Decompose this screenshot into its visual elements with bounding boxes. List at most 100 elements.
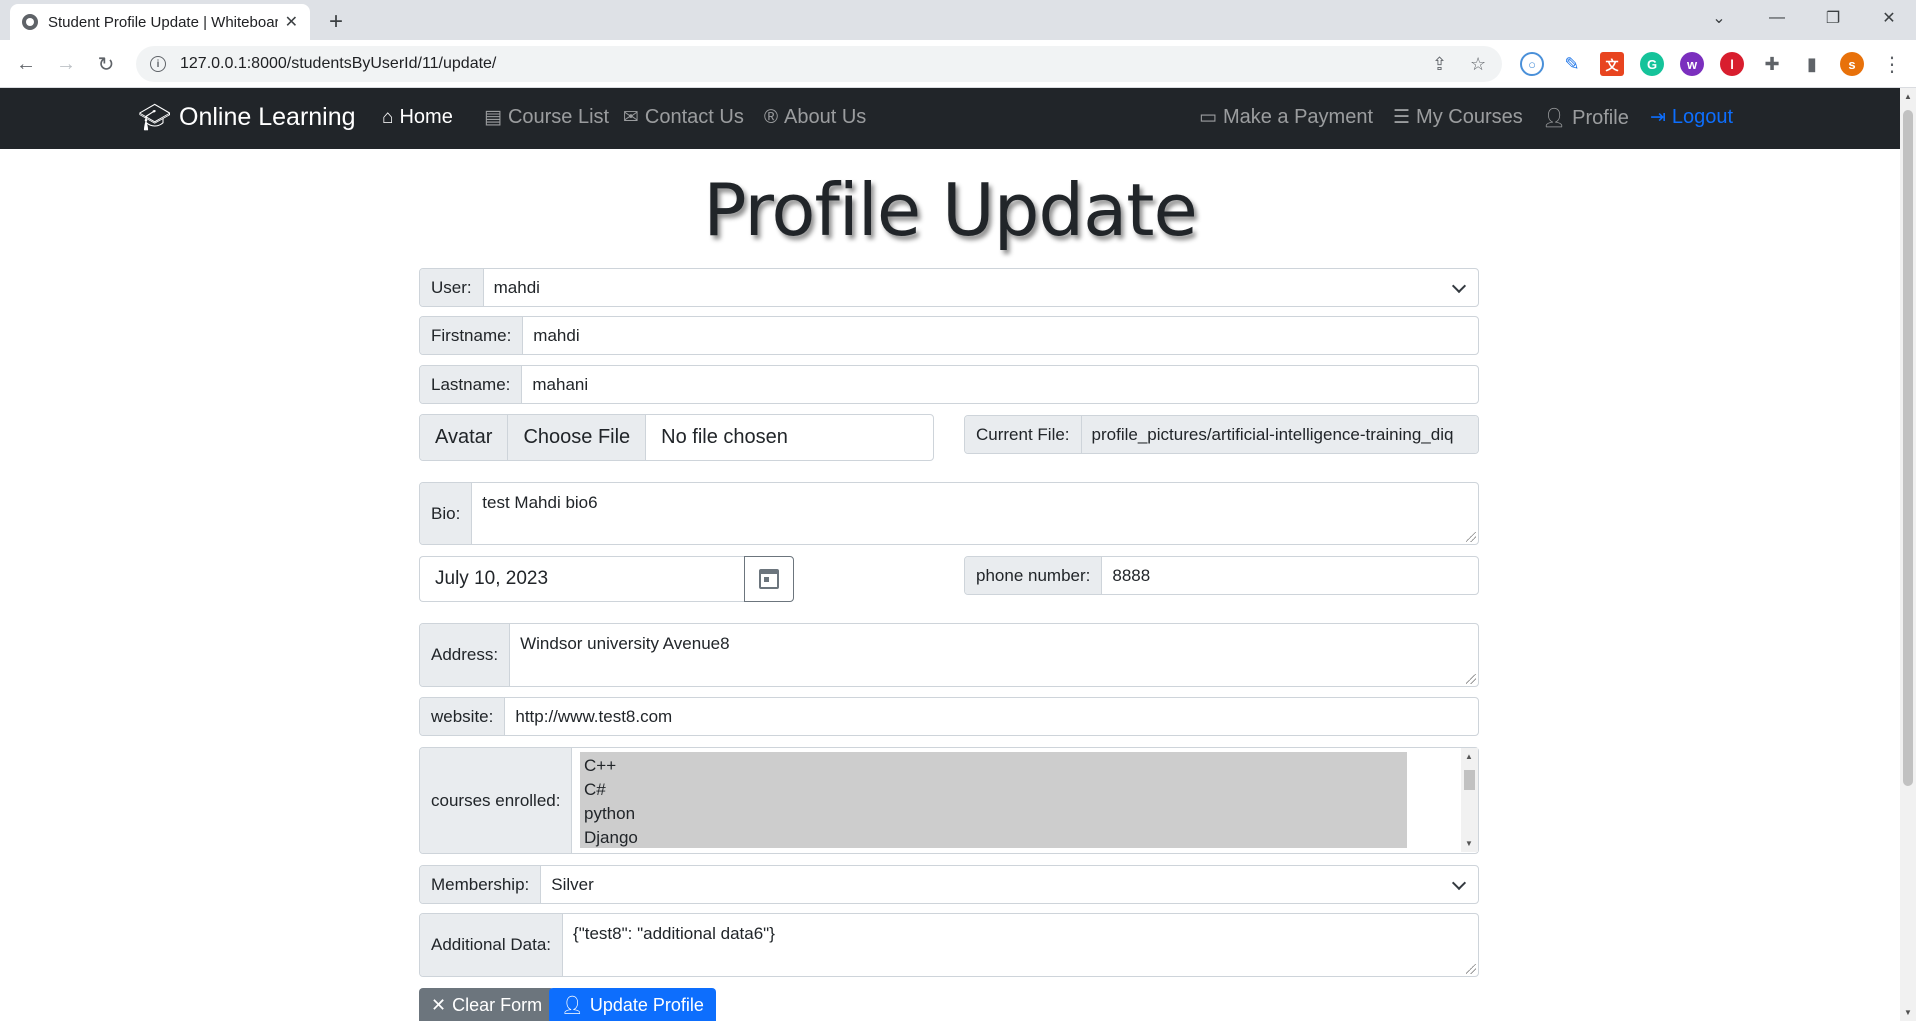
credit-card-icon: ▭ (1199, 107, 1217, 128)
courses-multiselect[interactable]: C++ C# python Django ▲ ▼ (570, 748, 1478, 852)
scroll-up-icon[interactable]: ▲ (1904, 92, 1912, 101)
house-icon: ⌂ (382, 106, 394, 128)
membership-select[interactable]: Silver (541, 866, 1478, 903)
phone-label: phone number: (965, 557, 1103, 594)
current-file-input[interactable]: profile_pictures/artificial-intelligence… (1081, 416, 1478, 453)
website-input[interactable]: http://www.test8.com (505, 698, 1478, 735)
nav-contact[interactable]: ✉ Contact Us (623, 106, 744, 129)
close-window-icon[interactable]: ✕ (1864, 0, 1914, 36)
page-title: Profile Update (703, 168, 1198, 252)
bio-textarea[interactable]: test Mahdi bio6 (472, 483, 1478, 544)
browser-tab[interactable]: Student Profile Update | Whiteboard ✕ (10, 4, 310, 40)
address-text: Windsor university Avenue8 (520, 634, 730, 653)
firstname-input[interactable]: mahdi (523, 317, 1478, 354)
nav-about-label: About Us (784, 106, 867, 128)
address-textarea[interactable]: Windsor university Avenue8 (510, 624, 1478, 686)
birthdate-input[interactable]: July 10, 2023 (419, 556, 744, 602)
avatar-file-group: Avatar Choose File No file chosen (419, 414, 934, 461)
course-option[interactable]: C# (584, 778, 1403, 802)
course-option[interactable]: C++ (584, 754, 1403, 778)
extension-circle-icon[interactable]: ○ (1520, 52, 1544, 76)
bio-label: Bio: (420, 483, 473, 544)
calendar-button[interactable] (744, 556, 794, 602)
extension-w-icon[interactable]: w (1680, 52, 1704, 76)
nav-profile-label: Profile (1572, 106, 1629, 129)
site-info-icon[interactable]: i (150, 56, 166, 72)
nav-course-list[interactable]: ▤ Course List (484, 106, 609, 129)
file-name-text: No file chosen (661, 426, 788, 448)
membership-label: Membership: (420, 866, 542, 903)
choose-file-button[interactable]: Choose File (508, 415, 647, 460)
x-icon: ✕ (431, 994, 447, 1015)
nav-payment[interactable]: ▭ Make a Payment (1199, 106, 1373, 129)
new-tab-button[interactable]: + (320, 6, 352, 38)
extension-translate-icon[interactable]: 文 (1600, 52, 1624, 76)
globe-icon (22, 14, 38, 30)
scroll-up-icon[interactable]: ▲ (1465, 752, 1473, 761)
envelope-icon: ✉ (623, 107, 639, 128)
lastname-group: Lastname: mahani (419, 365, 1479, 404)
nav-logout[interactable]: ⇥ Logout (1650, 106, 1733, 129)
bookmark-star-icon[interactable]: ☆ (1470, 54, 1486, 75)
course-option[interactable]: Django (584, 826, 1403, 850)
nav-contact-label: Contact Us (644, 106, 744, 128)
tab-search-icon[interactable]: ⌄ (1694, 0, 1744, 36)
nav-payment-label: Make a Payment (1222, 106, 1374, 128)
current-file-group: Current File: profile_pictures/artificia… (964, 415, 1479, 454)
grammarly-icon[interactable]: G (1640, 52, 1664, 76)
profile-avatar-icon[interactable]: s (1840, 52, 1864, 76)
logout-icon: ⇥ (1650, 107, 1666, 128)
scroll-down-icon[interactable]: ▼ (1904, 1008, 1912, 1017)
minimize-icon[interactable]: — (1752, 0, 1802, 36)
courses-scrollbar[interactable]: ▲ ▼ (1461, 748, 1478, 852)
side-panel-icon[interactable]: ▮ (1800, 52, 1824, 76)
bio-group: Bio: test Mahdi bio6 (419, 482, 1479, 545)
update-profile-button[interactable]: 👤︎ Update Profile (549, 988, 716, 1021)
scroll-thumb[interactable] (1464, 770, 1475, 790)
resize-handle-icon[interactable] (1466, 674, 1476, 684)
clear-form-label: Clear Form (452, 994, 543, 1015)
phone-input[interactable]: 8888 (1102, 557, 1478, 594)
forward-icon[interactable]: → (54, 52, 78, 76)
resize-handle-icon[interactable] (1466, 532, 1476, 542)
share-icon[interactable]: ⇪ (1432, 54, 1447, 75)
clear-form-button[interactable]: ✕ Clear Form (419, 988, 555, 1021)
back-icon[interactable]: ← (14, 52, 38, 76)
url-field[interactable]: i 127.0.0.1:8000/studentsByUserId/11/upd… (136, 46, 1502, 82)
user-icon: 👤︎ (1542, 108, 1567, 129)
firstname-group: Firstname: mahdi (419, 316, 1479, 355)
browser-menu-icon[interactable]: ⋮ (1880, 52, 1904, 76)
website-group: website: http://www.test8.com (419, 697, 1479, 736)
nav-home[interactable]: ⌂ Home (382, 106, 453, 129)
nav-profile[interactable]: 👤︎ Profile (1542, 106, 1629, 130)
browser-tab-bar: Student Profile Update | Whiteboard ✕ + … (0, 0, 1916, 40)
page-scrollbar[interactable]: ▲ ▼ (1900, 88, 1916, 1021)
extensions-puzzle-icon[interactable]: ✚ (1760, 52, 1784, 76)
membership-select-value: Silver (551, 874, 594, 894)
registered-icon: ® (764, 106, 778, 128)
nav-about[interactable]: ® About Us (764, 106, 866, 129)
book-icon: ▤ (484, 107, 502, 128)
extension-pen-icon[interactable]: ✎ (1560, 52, 1584, 76)
nav-my-courses[interactable]: ☰ My Courses (1393, 106, 1523, 129)
user-select[interactable]: mahdi (484, 269, 1478, 306)
firstname-label: Firstname: (420, 317, 524, 354)
resize-handle-icon[interactable] (1466, 964, 1476, 974)
user-label: User: (420, 269, 484, 306)
restore-icon[interactable]: ❐ (1808, 0, 1858, 36)
calendar-icon (759, 569, 779, 589)
brand-link[interactable]: 🎓︎ Online Learning (138, 102, 356, 133)
brand-text: Online Learning (179, 103, 356, 131)
extension-red-icon[interactable]: l (1720, 52, 1744, 76)
additional-data-textarea[interactable]: {"test8": "additional data6"} (563, 914, 1478, 976)
lastname-input[interactable]: mahani (522, 366, 1478, 403)
course-option[interactable]: python (584, 802, 1403, 826)
graduation-cap-icon: 🎓︎ (138, 102, 172, 132)
additional-data-label: Additional Data: (420, 914, 564, 976)
reload-icon[interactable]: ↻ (94, 52, 118, 76)
close-tab-icon[interactable]: ✕ (285, 12, 298, 32)
page-scroll-thumb[interactable] (1903, 110, 1913, 786)
nav-course-list-label: Course List (507, 106, 610, 128)
address-label: Address: (420, 624, 511, 686)
scroll-down-icon[interactable]: ▼ (1465, 839, 1473, 848)
